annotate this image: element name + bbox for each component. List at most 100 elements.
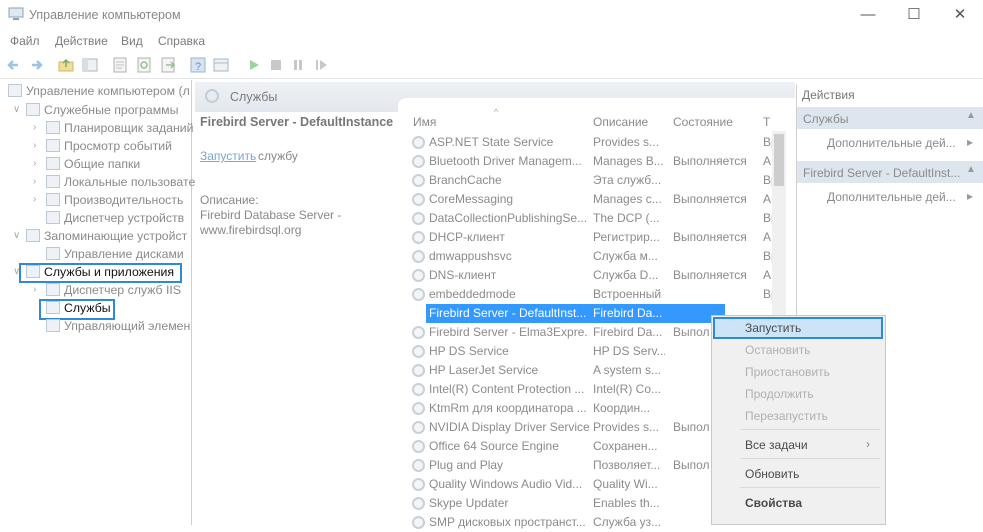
- column-state[interactable]: Состояние: [673, 115, 733, 129]
- tree-item-local-users[interactable]: › Локальные пользовате: [33, 175, 195, 192]
- service-row[interactable]: DataCollectionPublishingSe... The DCP (..…: [408, 209, 780, 228]
- menu-action[interactable]: Действие: [55, 34, 108, 48]
- gear-icon: [412, 402, 425, 415]
- restart-icon[interactable]: [313, 57, 329, 73]
- context-all-tasks[interactable]: Все задачи: [745, 438, 808, 452]
- menu-view[interactable]: Вид: [121, 34, 143, 48]
- collapse-up-icon[interactable]: ▲: [966, 110, 976, 121]
- gear-icon: [412, 269, 425, 282]
- cell-name: embeddedmode: [429, 287, 516, 301]
- cell-name: DataCollectionPublishingSe...: [429, 211, 588, 225]
- cell-desc: Сохранен...: [593, 439, 658, 453]
- cell-desc: The DCP (...: [593, 211, 660, 225]
- console-tree-icon[interactable]: [82, 57, 98, 73]
- context-start[interactable]: Запустить: [745, 321, 801, 335]
- more-actions-1[interactable]: Дополнительные дей...: [827, 136, 956, 150]
- start-service-link[interactable]: Запустить: [200, 149, 256, 163]
- tree-item-device-manager[interactable]: Диспетчер устройств: [46, 211, 184, 228]
- column-description[interactable]: Описание: [593, 115, 648, 129]
- tree-item-performance[interactable]: › Производительность: [33, 193, 183, 210]
- expand-icon[interactable]: ›: [33, 176, 36, 187]
- service-row[interactable]: BranchCache Эта служб... Вр: [408, 171, 780, 190]
- collapse-icon[interactable]: ∨: [13, 266, 20, 277]
- cell-desc: Manages B...: [593, 154, 664, 168]
- cell-state: Выполняется: [673, 230, 747, 244]
- play-icon[interactable]: [246, 57, 262, 73]
- collapse-up-icon[interactable]: ▲: [966, 164, 976, 175]
- expand-icon[interactable]: ›: [33, 194, 36, 205]
- export-icon[interactable]: [160, 57, 176, 73]
- service-row[interactable]: CoreMessaging Manages c... Выполняется А: [408, 190, 780, 209]
- more-actions-2[interactable]: Дополнительные дей...: [827, 190, 956, 204]
- tree-item-shared-folders[interactable]: › Общие папки: [33, 157, 140, 174]
- stop-icon[interactable]: [268, 57, 284, 73]
- computer-icon: [8, 84, 22, 97]
- tree-item-system-tools[interactable]: ∨ Служебные программы: [13, 103, 178, 120]
- expand-icon[interactable]: ›: [33, 140, 36, 151]
- service-row[interactable]: Bluetooth Driver Managem... Manages B... В…: [408, 152, 780, 171]
- context-pause[interactable]: Приостановить: [745, 365, 830, 379]
- expand-icon[interactable]: ›: [33, 122, 36, 133]
- collapse-icon[interactable]: ∨: [13, 104, 20, 115]
- service-row-selected[interactable]: Firebird Server - DefaultInst... Firebird…: [426, 304, 725, 323]
- tree-item-services[interactable]: Службы: [46, 301, 111, 318]
- expand-icon[interactable]: ›: [33, 284, 36, 295]
- properties-icon[interactable]: [112, 57, 128, 73]
- cell-name: DHCP-клиент: [429, 230, 505, 244]
- cell-name: CoreMessaging: [429, 192, 514, 206]
- back-icon[interactable]: [6, 57, 22, 73]
- column-name[interactable]: Имя: [413, 115, 436, 129]
- tree-root[interactable]: Управление компьютером (л: [8, 84, 190, 101]
- actions-group-firebird-label: Firebird Server - DefaultInst...: [803, 166, 961, 180]
- details-icon[interactable]: [213, 57, 229, 73]
- menu-file[interactable]: Файл: [10, 34, 40, 48]
- context-properties[interactable]: Свойства: [745, 496, 802, 510]
- close-button[interactable]: ✕: [937, 0, 983, 30]
- expand-icon[interactable]: ›: [33, 158, 36, 169]
- context-restart[interactable]: Перезапустить: [745, 409, 828, 423]
- minimize-button[interactable]: —: [845, 0, 891, 30]
- tree-item-wmi-control[interactable]: Управляющий элемен: [46, 319, 190, 336]
- start-service-suffix: службу: [258, 149, 298, 163]
- cell-name: Quality Windows Audio Vid...: [429, 477, 583, 491]
- users-icon: [46, 175, 60, 188]
- tree-item-storage[interactable]: ∨ Запоминающие устройст: [13, 229, 187, 246]
- context-refresh[interactable]: Обновить: [745, 467, 799, 481]
- tree-item-disk-management[interactable]: Управление дисками: [46, 247, 184, 264]
- context-stop[interactable]: Остановить: [745, 343, 811, 357]
- cell-name: Bluetooth Driver Managem...: [429, 154, 582, 168]
- column-startup-type[interactable]: Т: [763, 115, 770, 129]
- iis-icon: [46, 283, 60, 296]
- pause-icon[interactable]: [290, 57, 306, 73]
- menu-help[interactable]: Справка: [158, 34, 205, 48]
- gear-icon: [412, 174, 425, 187]
- gear-icon: [412, 440, 425, 453]
- help-icon[interactable]: ?: [190, 57, 206, 73]
- device-manager-icon: [46, 211, 60, 224]
- context-resume[interactable]: Продолжить: [745, 387, 814, 401]
- service-row[interactable]: DNS-клиент Служба D... Выполняется А: [408, 266, 780, 285]
- gear-icon: [412, 459, 425, 472]
- cell-name: HP DS Service: [429, 344, 509, 358]
- maximize-button[interactable]: ☐: [891, 0, 937, 30]
- tree-item-event-viewer[interactable]: › Просмотр событий: [33, 139, 172, 156]
- tree-item-services-apps[interactable]: ∨ Службы и приложения: [13, 265, 174, 282]
- service-row[interactable]: DHCP-клиент Регистрир... Выполняется А: [408, 228, 780, 247]
- forward-icon[interactable]: [28, 57, 44, 73]
- menu-bar: Файл Действие Вид Справка: [0, 31, 983, 51]
- refresh-icon[interactable]: [136, 57, 152, 73]
- tree-item-task-scheduler[interactable]: › Планировщик заданий: [33, 121, 194, 138]
- cell-name: DNS-клиент: [429, 268, 497, 282]
- storage-icon: [26, 229, 40, 242]
- service-row[interactable]: embeddedmodeВстроенный режимВр: [408, 285, 780, 304]
- sort-asc-icon: ^: [494, 107, 499, 117]
- tree-item-iis-manager[interactable]: › Диспетчер служб IIS: [33, 283, 181, 300]
- service-row[interactable]: ASP.NET State Service Provides s... Вр: [408, 133, 780, 152]
- folder-up-icon[interactable]: [58, 57, 74, 73]
- service-row[interactable]: dmwappushsvc Служба м... Вр: [408, 247, 780, 266]
- cell-desc: Firebird Da...: [593, 306, 663, 320]
- collapse-icon[interactable]: ∨: [13, 230, 20, 241]
- cell-name: Intel(R) Content Protection ...: [429, 382, 585, 396]
- scrollbar-thumb[interactable]: [774, 134, 784, 186]
- performance-icon: [46, 193, 60, 206]
